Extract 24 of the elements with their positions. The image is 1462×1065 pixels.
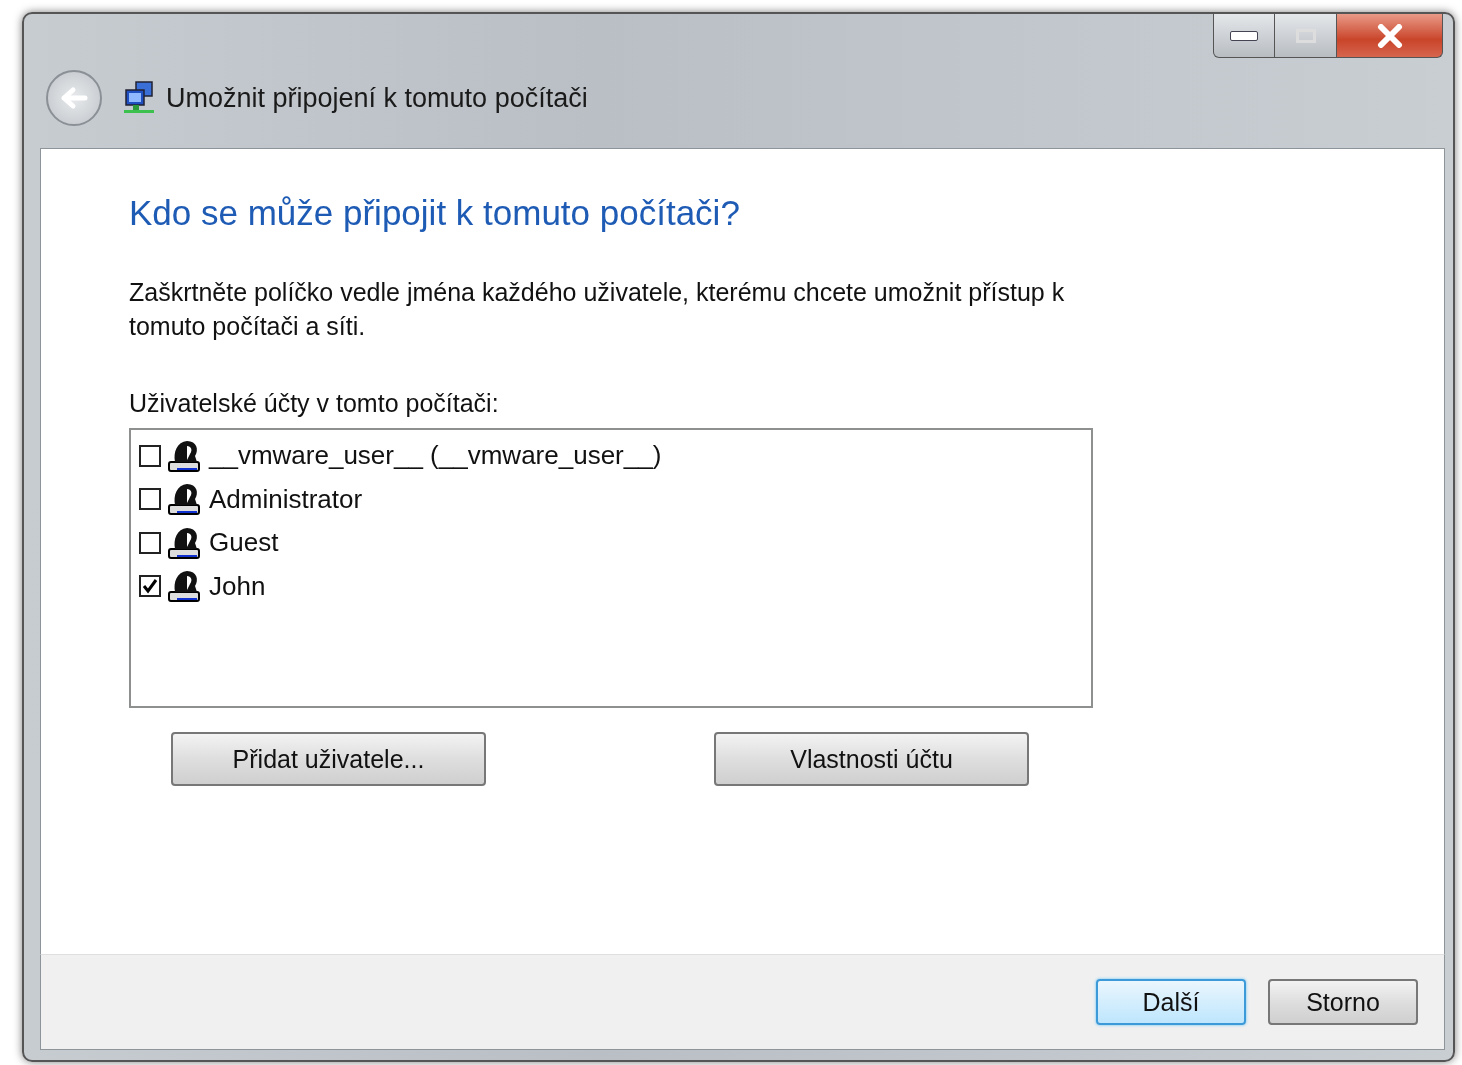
account-checkbox[interactable] [139,444,161,467]
minimize-button[interactable] [1213,14,1275,58]
instructions-text: Zaškrtněte políčko vedle jména každého uživatele, kterému chcete umožnit přístup k tomuto počítači a síti. [129,277,1066,342]
list-action-button[interactable]: Přidat uživatele... [171,732,486,786]
network-computers-icon [122,80,156,116]
back-arrow-icon [59,86,89,110]
page-heading: Kdo se může připojit k tomuto počítači? [129,193,741,233]
account-name[interactable]: __vmware_user__ (__vmware_user__) [209,440,662,472]
account-name[interactable]: John [209,570,266,602]
accounts-label: Uživatelské účty v tomto počítači: [129,389,500,418]
account-name[interactable]: Guest [209,527,279,559]
user-icon [167,568,203,605]
window-title: Umožnit připojení k tomuto počítači [166,82,588,114]
account-checkbox[interactable] [139,531,161,554]
account-name[interactable]: Administrator [209,483,363,515]
user-icon [167,481,203,518]
list-action-button[interactable]: Vlastnosti účtu [714,732,1029,786]
account-checkbox[interactable] [139,488,161,511]
footer-button[interactable]: Storno [1268,979,1418,1025]
footer-button[interactable]: Další [1096,979,1246,1025]
maximize-button[interactable] [1275,14,1337,58]
back-button[interactable] [46,70,102,126]
account-checkbox[interactable] [139,575,161,598]
close-button[interactable] [1337,14,1443,58]
